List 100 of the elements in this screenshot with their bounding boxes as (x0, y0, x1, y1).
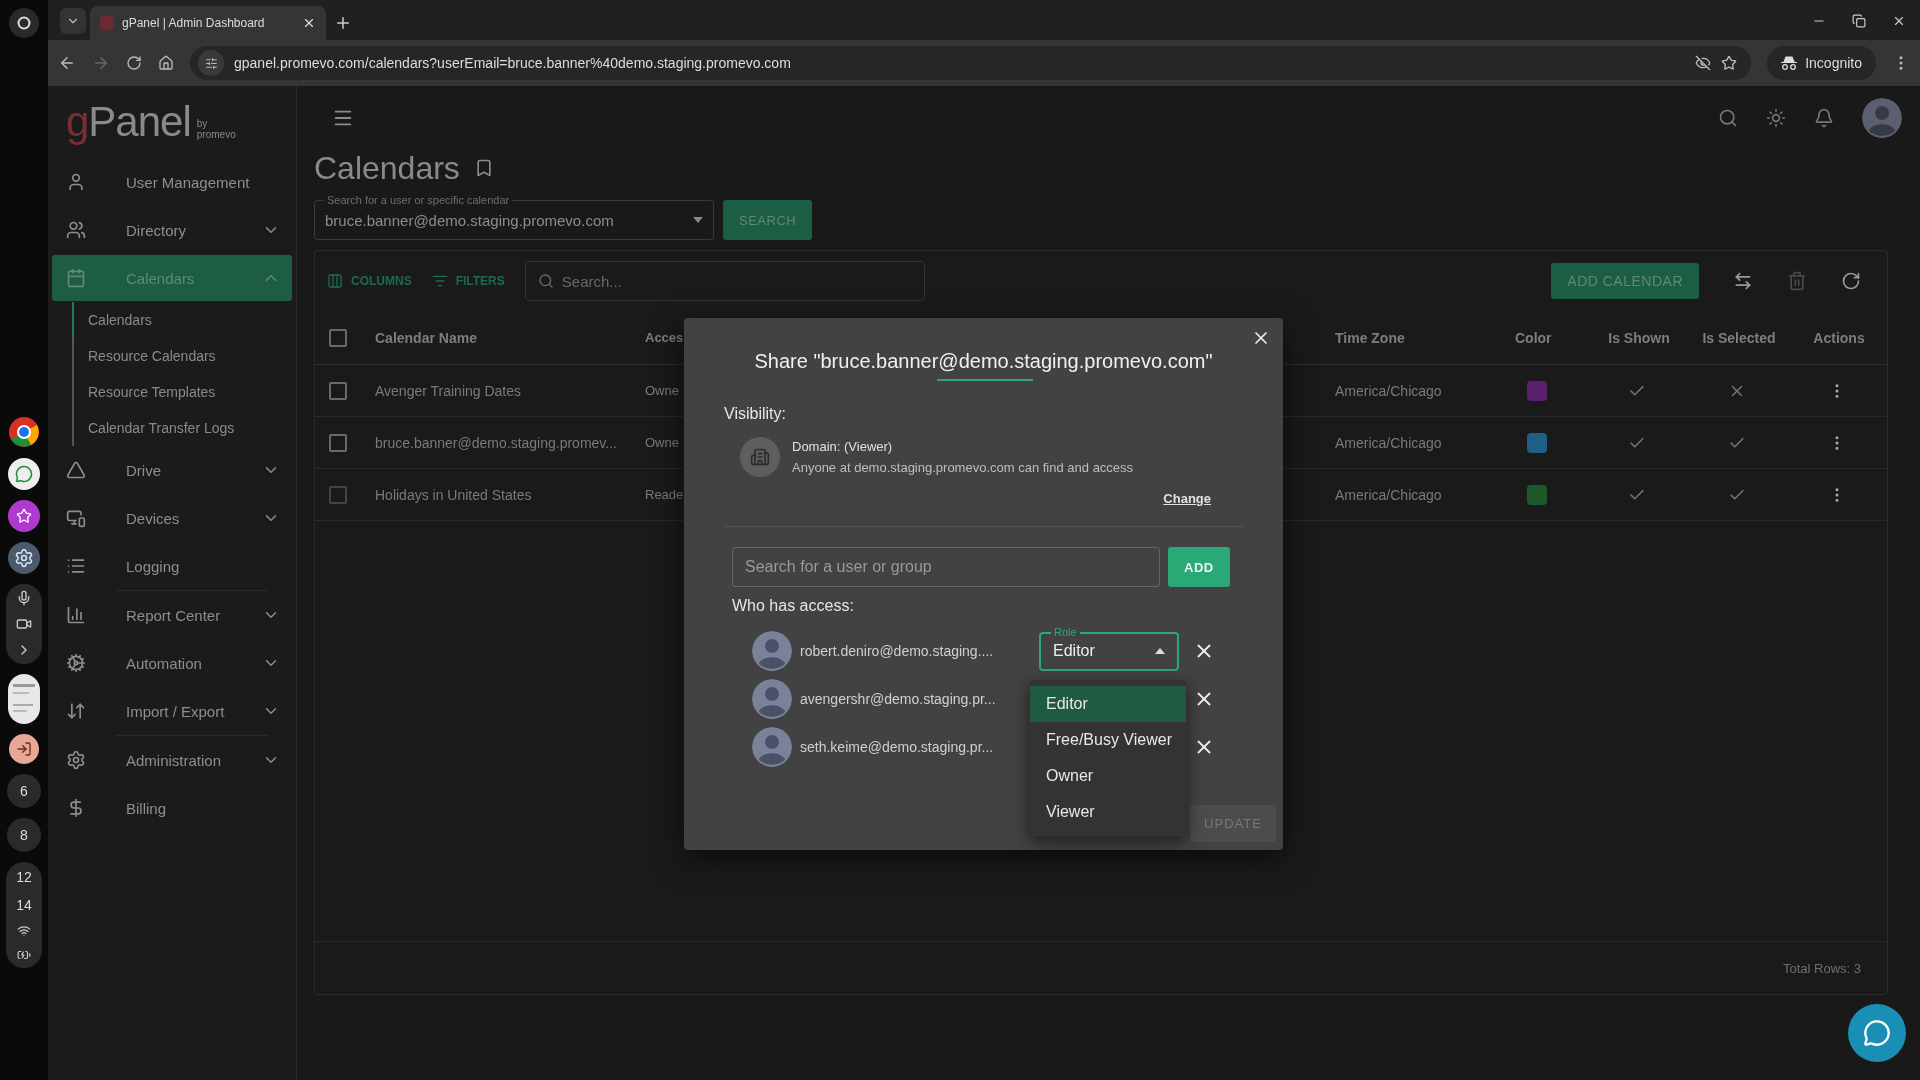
column-header[interactable]: Calendar Name (371, 329, 643, 346)
time-zone: America/Chicago (1334, 486, 1443, 503)
role-option[interactable]: Free/Busy Viewer (1030, 722, 1186, 758)
browser-app-icon[interactable] (8, 416, 40, 448)
columns-button[interactable]: COLUMNS (327, 273, 412, 289)
sidebar-subitem[interactable]: Calendar Transfer Logs (72, 410, 235, 446)
restore-icon[interactable] (1852, 14, 1866, 28)
logo: gPanel (66, 101, 191, 143)
sidebar-item[interactable]: Logging (52, 542, 292, 590)
user-avatar (1862, 98, 1902, 138)
chart-icon (66, 605, 86, 625)
sidebar-item[interactable]: Directory (52, 206, 292, 254)
browser-tab[interactable]: gPanel | Admin Dashboard (90, 6, 326, 40)
caret-up-icon (1155, 648, 1165, 654)
launcher-icon[interactable] (9, 8, 39, 38)
calendar-name: bruce.banner@demo.staging.promev... (374, 434, 618, 451)
column-header[interactable]: Acces (643, 330, 687, 345)
table-search-field[interactable]: Search... (524, 261, 925, 301)
calendar-name: Avenger Training Dates (374, 382, 523, 399)
add-button[interactable]: ADD (1168, 547, 1230, 587)
back-icon[interactable] (58, 54, 76, 72)
shelf-badge[interactable]: 8 (7, 818, 41, 852)
select-all-checkbox[interactable] (329, 328, 347, 347)
column-header[interactable]: Time Zone (1327, 329, 1507, 346)
sidebar-subitem[interactable]: Resource Templates (72, 374, 216, 410)
dialog-title: Share "bruce.banner@demo.staging.promevo.com" (753, 350, 1214, 373)
sidebar-item[interactable]: Billing (52, 784, 292, 832)
row-checkbox[interactable] (329, 433, 347, 452)
site-info-icon[interactable] (198, 50, 224, 76)
sidebar-item[interactable]: Drive (52, 446, 292, 494)
time-zone: America/Chicago (1334, 382, 1443, 399)
gear-icon (66, 653, 86, 673)
chat-button[interactable] (1848, 1004, 1906, 1062)
sidebar-item[interactable]: User Management (52, 158, 292, 206)
field-label: Search for a user or specific calendar (324, 193, 513, 207)
dropdown-caret-icon (693, 217, 703, 223)
devices-icon (66, 508, 86, 528)
settings-icon[interactable] (8, 542, 40, 574)
chat-icon (1863, 1019, 1891, 1047)
calendar-name: Holidays in United States (374, 486, 533, 503)
change-link[interactable]: Change (1163, 491, 1211, 506)
sidebar-item[interactable]: Report Center (52, 591, 292, 639)
avatar-icon (752, 679, 792, 719)
column-header[interactable]: Is Selected (1687, 329, 1787, 346)
sidebar-item[interactable]: Import / Export (52, 687, 292, 735)
bookmark-star-icon[interactable] (1721, 55, 1738, 71)
sidebar-subitem[interactable]: Resource Calendars (72, 338, 216, 374)
role-option[interactable]: Editor (1030, 686, 1186, 722)
bell-icon[interactable] (1814, 108, 1834, 128)
photo-app-icon[interactable] (8, 500, 40, 532)
reload-icon[interactable] (126, 55, 142, 71)
transfer-icon[interactable] (1733, 271, 1753, 291)
sidebar-subitem[interactable]: Calendars (72, 302, 152, 338)
filter-icon (431, 273, 448, 289)
exit-app-icon[interactable] (9, 734, 39, 764)
avatar-icon (752, 631, 792, 671)
row-checkbox[interactable] (329, 381, 347, 400)
sidebar-item[interactable]: Devices (52, 494, 292, 542)
building-icon (740, 437, 780, 477)
chat-app-icon[interactable] (8, 458, 40, 490)
search-icon[interactable] (1718, 108, 1738, 128)
new-tab-icon[interactable] (334, 14, 352, 32)
member-email: robert.deniro@demo.staging.... (799, 643, 995, 659)
refresh-icon[interactable] (1841, 271, 1861, 291)
incognito-icon (1781, 56, 1798, 70)
wifi-icon (17, 924, 31, 938)
home-icon[interactable] (158, 55, 174, 71)
sidebar-item[interactable]: Automation (52, 639, 292, 687)
calendar-icon (66, 268, 86, 288)
clock-text: 12 (16, 868, 32, 886)
column-header[interactable]: Actions (1787, 329, 1887, 346)
filters-button[interactable]: FILTERS (431, 273, 505, 289)
logo-by: by (196, 118, 209, 129)
battery-icon (17, 948, 31, 962)
microphone-icon[interactable] (16, 590, 32, 606)
address-bar[interactable]: gpanel.promevo.com/calendars?userEmail=bruce.banner%40demo.staging.promevo.com (190, 46, 1752, 80)
person-icon (66, 172, 86, 192)
sidebar-item[interactable]: Administration (52, 736, 292, 784)
domain-title: Domain: (Viewer) (792, 439, 894, 454)
sun-icon[interactable] (1766, 108, 1786, 128)
close-window-icon[interactable] (1892, 14, 1906, 28)
close-tab-icon[interactable] (302, 16, 316, 30)
eye-off-icon[interactable] (1695, 55, 1712, 71)
tab-search-button[interactable] (60, 8, 86, 34)
page-title: Calendars (314, 149, 460, 187)
visibility-label: Visibility: (724, 405, 787, 423)
tab-title: gPanel | Admin Dashboard (122, 16, 266, 30)
arrows-icon (66, 701, 86, 721)
role-option[interactable]: Viewer (1030, 794, 1186, 830)
total-rows: Total Rows: 3 (1782, 960, 1861, 976)
shelf-badge[interactable]: 6 (7, 774, 41, 808)
columns-icon (327, 273, 343, 289)
column-header[interactable]: Color (1507, 329, 1587, 346)
profile-button[interactable]: Incognito (1767, 46, 1876, 80)
role-option[interactable]: Owner (1030, 758, 1186, 794)
camera-icon[interactable] (16, 616, 32, 632)
drive-icon (66, 460, 86, 480)
user-search-field[interactable]: Search for a user or group (732, 547, 1160, 587)
column-header[interactable]: Is Shown (1587, 329, 1687, 346)
avatar-icon (752, 727, 792, 767)
